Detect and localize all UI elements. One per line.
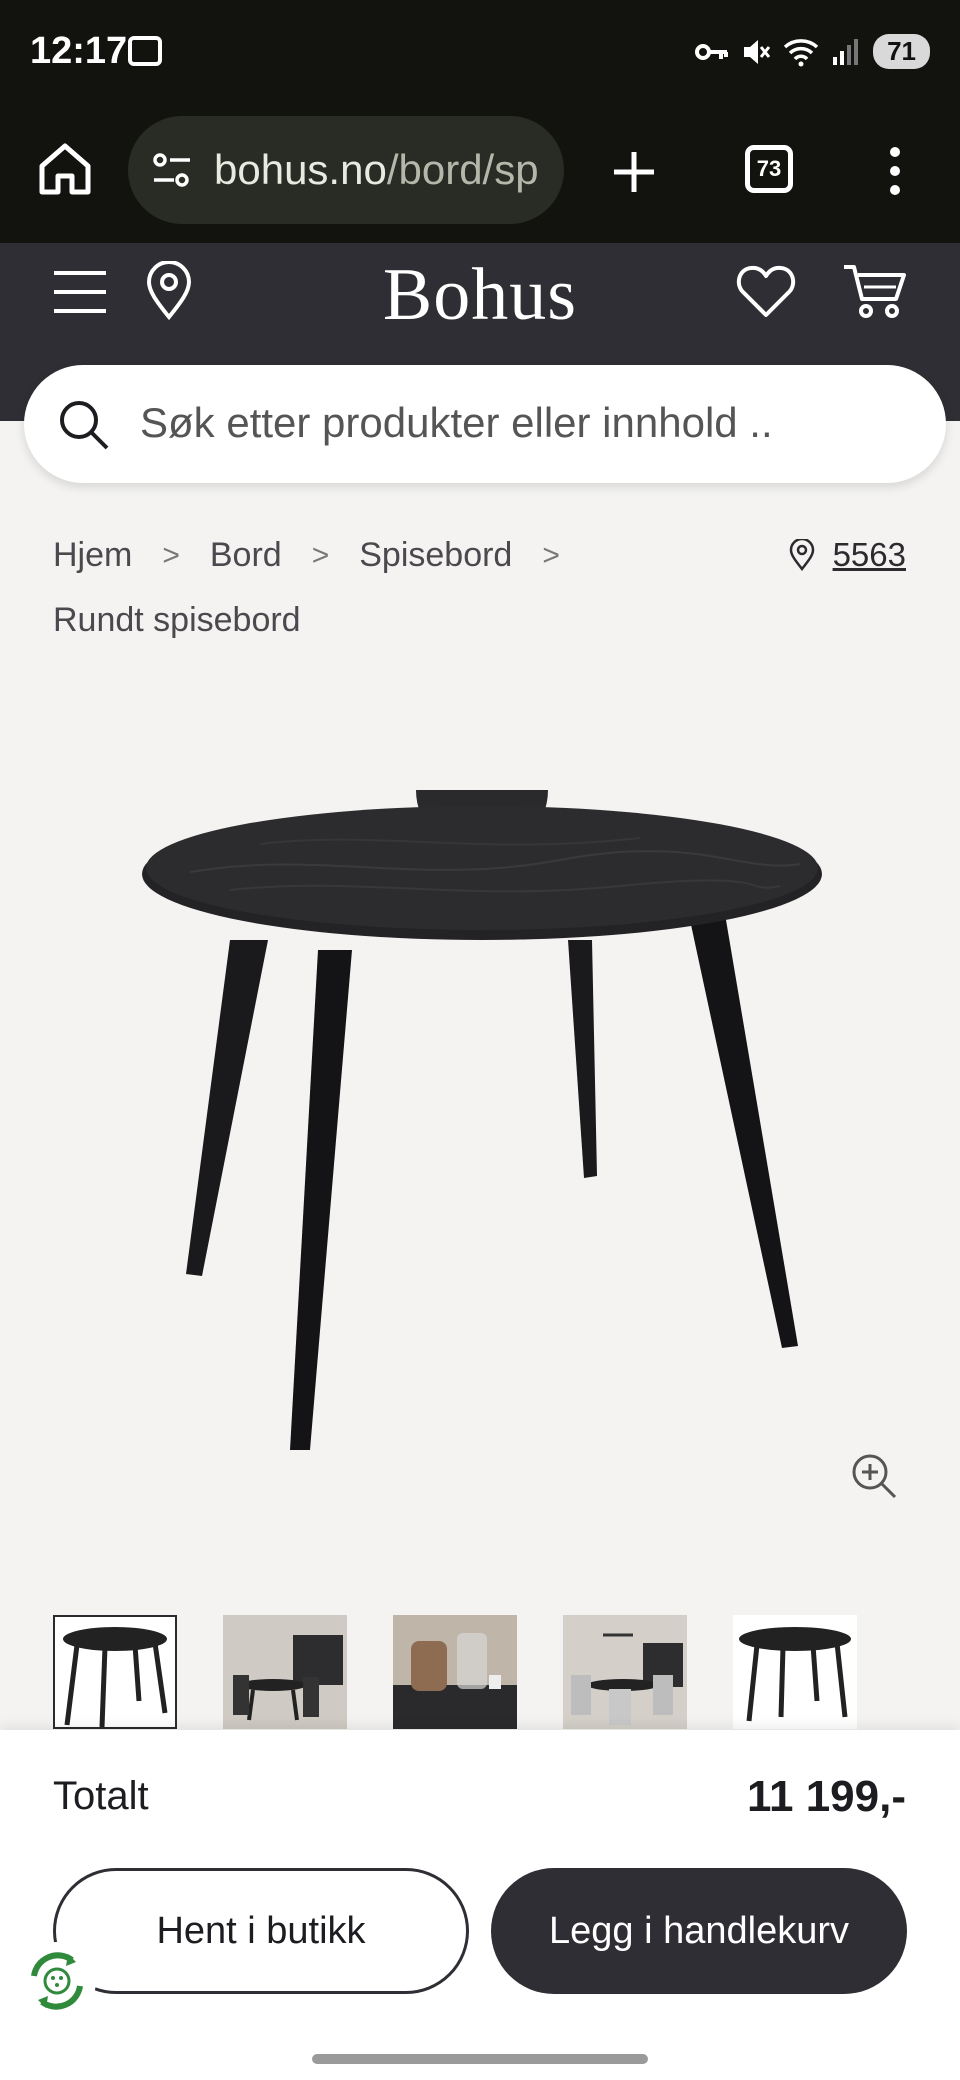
breadcrumb-home[interactable]: Hjem: [53, 536, 132, 575]
url-domain: bohus.no: [214, 146, 387, 193]
thumbnail-table-angle-image: [739, 1627, 851, 1722]
browser-toolbar: bohus.no/bord/sp 73: [0, 110, 960, 243]
thumbnail-strip: [53, 1615, 857, 1729]
battery-indicator: 71: [873, 34, 930, 69]
product-image[interactable]: [120, 790, 840, 1470]
thumbnail-2[interactable]: [223, 1615, 347, 1729]
status-icons: 71: [695, 34, 930, 69]
home-icon[interactable]: [36, 140, 94, 198]
selected-store-link[interactable]: 5563: [789, 536, 906, 574]
breadcrumb-current: Rundt spisebord: [53, 601, 301, 639]
signal-icon: [833, 38, 859, 65]
site-settings-icon[interactable]: [152, 152, 192, 188]
add-to-cart-button[interactable]: Legg i handlekurv: [491, 1868, 907, 1994]
screenshot-icon: [128, 36, 162, 66]
status-time: 12:17: [30, 30, 128, 72]
total-label: Totalt: [53, 1774, 149, 1818]
new-tab-icon[interactable]: [610, 148, 658, 196]
vpn-key-icon: [695, 43, 729, 60]
mute-icon: [744, 39, 771, 64]
gesture-navigation-bar[interactable]: [312, 2054, 648, 2064]
pickup-in-store-button[interactable]: Hent i butikk: [53, 1868, 469, 1994]
breadcrumb: Hjem > Bord > Spisebord > Rundt spisebor…: [53, 536, 590, 640]
chevron-right-icon: >: [542, 538, 560, 572]
store-number[interactable]: 5563: [833, 536, 906, 574]
breadcrumb-spisebord[interactable]: Spisebord: [359, 536, 512, 575]
status-bar: 12:17 71: [0, 0, 960, 110]
thumbnail-detail-image: [393, 1615, 517, 1729]
search-input[interactable]: Søk etter produkter eller innhold ..: [24, 365, 946, 483]
shopping-cart-icon[interactable]: [842, 261, 906, 321]
chevron-right-icon: >: [162, 538, 180, 572]
address-bar[interactable]: bohus.no/bord/sp: [128, 116, 564, 224]
thumbnail-1[interactable]: [53, 1615, 177, 1729]
thumbnail-5[interactable]: [733, 1615, 857, 1729]
breadcrumb-bord[interactable]: Bord: [210, 536, 282, 575]
thumbnail-3[interactable]: [393, 1615, 517, 1729]
search-placeholder: Søk etter produkter eller innhold ..: [140, 399, 773, 446]
more-options-icon[interactable]: [880, 146, 910, 196]
zoom-in-icon[interactable]: [850, 1452, 898, 1500]
site-logo[interactable]: Bohus: [0, 253, 960, 338]
url-path: /bord/sp: [386, 146, 539, 193]
chevron-right-icon: >: [311, 538, 330, 572]
thumbnail-table-image: [63, 1627, 168, 1727]
tab-switcher-button[interactable]: 73: [745, 145, 793, 193]
thumbnail-dining-image: [563, 1615, 687, 1729]
thumbnail-4[interactable]: [563, 1615, 687, 1729]
search-icon: [60, 401, 109, 450]
purchase-panel: Totalt 11 199,- Hent i butikk Legg i han…: [0, 1730, 960, 2080]
url-text: bohus.no/bord/sp: [214, 146, 539, 194]
total-price: 11 199,-: [746, 1772, 906, 1821]
eco-recycle-icon[interactable]: [18, 1942, 96, 2020]
thumbnail-room-image: [223, 1615, 347, 1729]
wifi-icon: [783, 38, 819, 66]
location-pin-icon: [789, 539, 814, 571]
wishlist-heart-icon[interactable]: [736, 263, 796, 319]
